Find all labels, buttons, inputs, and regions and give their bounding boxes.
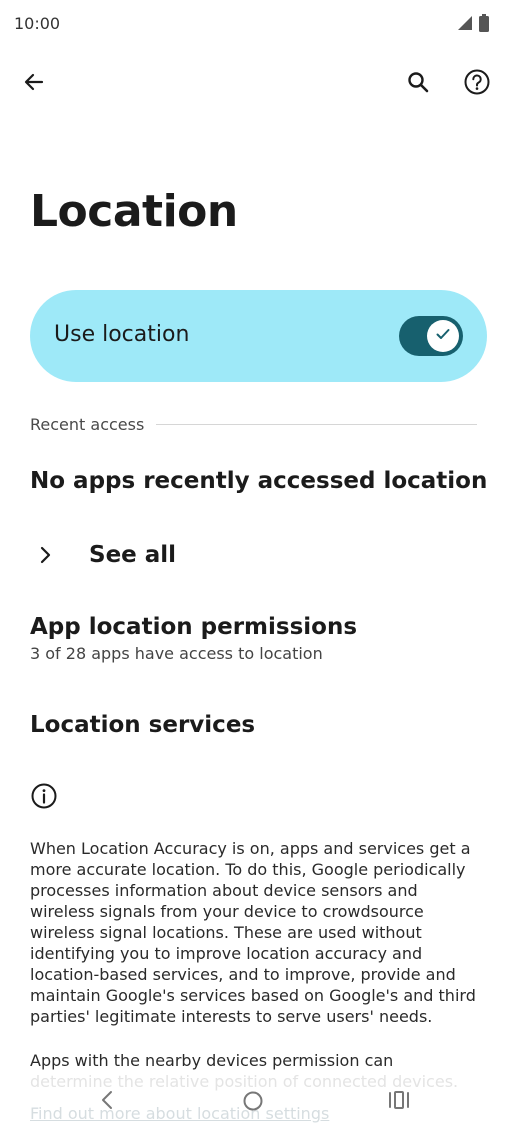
use-location-toggle[interactable] — [399, 316, 463, 356]
info-line: more accurate location. To do this, Goog… — [30, 860, 466, 879]
info-line: wireless signals from your device to cro… — [30, 902, 424, 921]
signal-icon — [457, 15, 473, 35]
info-line: processes information about device senso… — [30, 881, 418, 900]
battery-icon — [479, 14, 489, 36]
help-icon — [463, 68, 491, 100]
location-accuracy-info-text: When Location Accuracy is on, apps and s… — [30, 838, 490, 1027]
search-icon — [406, 70, 430, 98]
help-button[interactable] — [457, 64, 497, 104]
no-recent-apps-text: No apps recently accessed location — [30, 468, 488, 494]
status-icons — [457, 14, 489, 36]
info-line: When Location Accuracy is on, apps and s… — [30, 839, 471, 858]
use-location-switch-row[interactable]: Use location — [30, 290, 487, 382]
page-title: Location — [30, 186, 238, 237]
nav-recents-icon[interactable] — [388, 1090, 410, 1114]
nav-back-icon[interactable] — [96, 1088, 118, 1116]
info-line: maintain Google's services based on Goog… — [30, 986, 476, 1005]
system-navigation-bar — [0, 1080, 507, 1124]
app-location-permissions-subtitle: 3 of 28 apps have access to location — [30, 644, 323, 663]
see-all-label: See all — [89, 542, 177, 568]
back-button[interactable] — [14, 64, 54, 104]
section-divider — [156, 423, 477, 425]
search-button[interactable] — [398, 64, 438, 104]
app-location-permissions-title: App location permissions — [30, 614, 358, 640]
recent-access-header: Recent access — [30, 414, 477, 434]
toggle-knob — [427, 320, 459, 352]
recent-access-header-text: Recent access — [30, 414, 145, 434]
info-line: wireless signal locations. These are use… — [30, 923, 422, 942]
info-line: identifying you to improve location accu… — [30, 944, 423, 963]
location-services-row[interactable]: Location services — [30, 712, 255, 738]
check-icon — [434, 325, 452, 347]
info-line: location-based services, and to improve,… — [30, 965, 456, 984]
app-location-permissions-row[interactable]: App location permissions 3 of 28 apps ha… — [30, 614, 477, 674]
use-location-label: Use location — [54, 322, 190, 347]
nav-home-icon[interactable] — [242, 1090, 264, 1116]
back-arrow-icon — [22, 70, 46, 98]
status-time: 10:00 — [14, 14, 61, 33]
info-icon — [30, 782, 58, 814]
see-all-row[interactable]: See all — [30, 536, 477, 576]
info-line: Apps with the nearby devices permission … — [30, 1051, 394, 1070]
info-line: parties' legitimate interests to serve u… — [30, 1007, 433, 1026]
chevron-right-icon — [34, 544, 56, 570]
status-bar: 10:00 — [0, 0, 507, 48]
top-app-bar — [0, 60, 507, 108]
